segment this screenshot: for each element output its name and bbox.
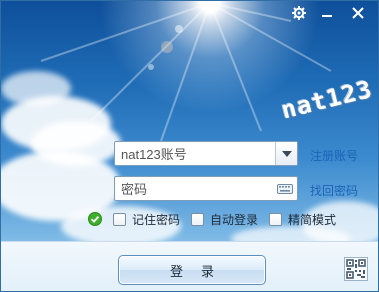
account-dropdown-button[interactable] bbox=[275, 142, 297, 165]
settings-icon bbox=[292, 6, 306, 20]
recover-password-link[interactable]: 找回密码 bbox=[310, 182, 358, 199]
qr-code-icon bbox=[344, 257, 368, 281]
close-icon bbox=[352, 7, 364, 19]
login-window: nat123 nat123账号 注册账号 密码 找回密码 记住密码 自动登录 精… bbox=[0, 0, 379, 292]
green-check-icon bbox=[88, 212, 102, 226]
remember-password-checkbox[interactable] bbox=[113, 212, 126, 226]
auto-login-checkbox[interactable] bbox=[191, 212, 205, 226]
simple-mode-checkbox[interactable] bbox=[269, 212, 283, 226]
chevron-down-icon bbox=[281, 150, 292, 157]
cloud bbox=[1, 71, 71, 106]
soft-keyboard-button[interactable] bbox=[273, 177, 297, 200]
simple-mode-label: 精简模式 bbox=[288, 212, 337, 227]
account-field[interactable]: nat123账号 bbox=[114, 141, 298, 166]
auto-login-option[interactable]: 自动登录 bbox=[191, 211, 258, 228]
remember-password-option[interactable]: 记住密码 bbox=[113, 211, 180, 228]
minimize-icon bbox=[322, 15, 332, 17]
keyboard-icon bbox=[277, 183, 293, 194]
settings-button[interactable] bbox=[287, 3, 311, 23]
minimize-button[interactable] bbox=[315, 3, 339, 23]
remember-password-label: 记住密码 bbox=[132, 212, 181, 227]
account-input[interactable]: nat123账号 bbox=[115, 144, 275, 163]
password-input[interactable]: 密码 bbox=[115, 179, 273, 198]
auto-login-label: 自动登录 bbox=[210, 212, 259, 227]
password-field[interactable]: 密码 bbox=[114, 176, 298, 201]
close-button[interactable] bbox=[346, 3, 370, 23]
qr-code-button[interactable] bbox=[344, 257, 368, 281]
login-button[interactable]: 登录 bbox=[118, 255, 266, 285]
simple-mode-option[interactable]: 精简模式 bbox=[269, 211, 336, 228]
brand-logo: nat123 bbox=[278, 74, 376, 125]
login-options: 记住密码 自动登录 精简模式 bbox=[88, 209, 347, 229]
register-link[interactable]: 注册账号 bbox=[310, 147, 358, 164]
